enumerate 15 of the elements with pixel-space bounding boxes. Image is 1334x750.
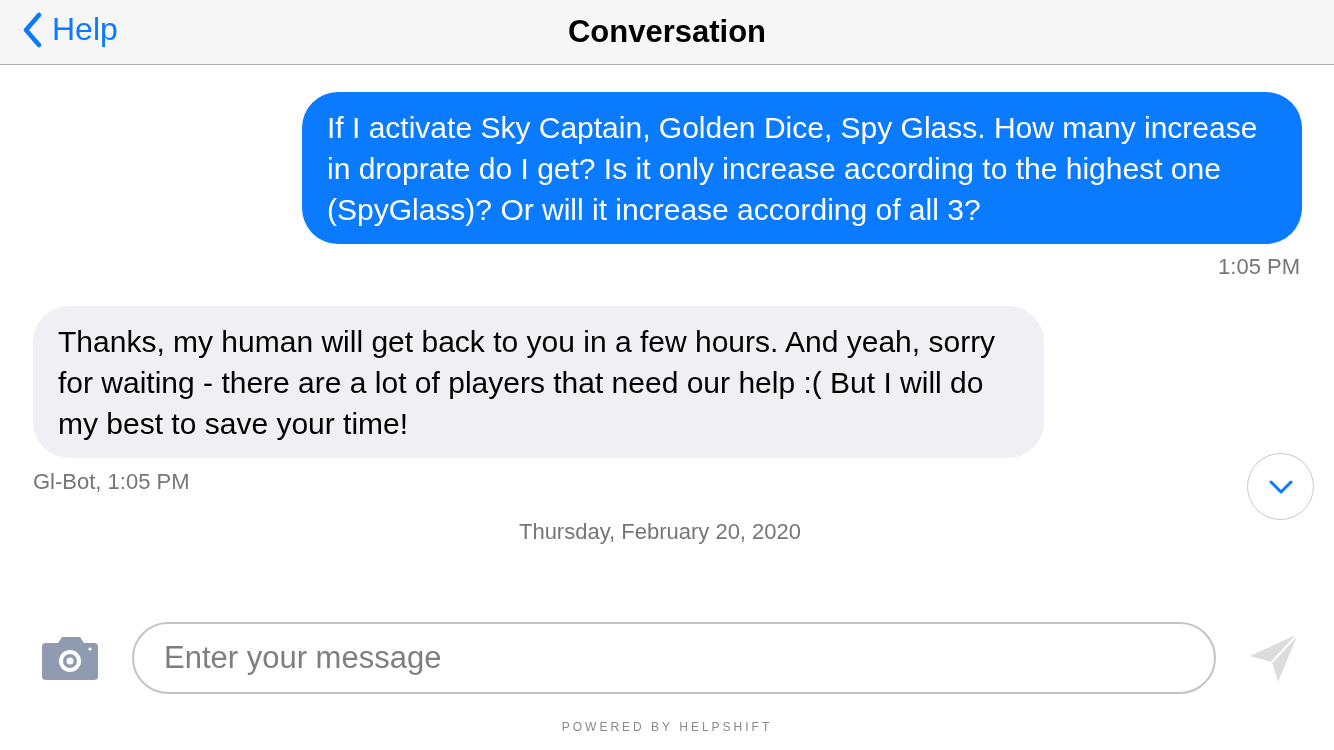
powered-by-label: POWERED BY HELPSHIFT [561,720,773,734]
send-button[interactable] [1248,632,1300,684]
message-timestamp: Gl-Bot, 1:05 PM [33,469,190,495]
chevron-left-icon [22,11,42,48]
camera-icon [40,635,100,681]
paper-plane-icon [1248,632,1300,684]
date-separator: Thursday, February 20, 2020 [518,519,802,545]
message-input-field[interactable]: Enter your message [132,622,1216,694]
message-bubble: Thanks, my human will get back to you in a few hours. And yeah, sorry for waiting - there are a lot of players that need our help :( But I will do my best to save your time! [33,306,1044,458]
message-bubble: If I activate Sky Captain, Golden Dice, Spy Glass. How many increase in droprate do I get? Is it only increase according to the highest one (SpyGlass)? Or will it increase according of all 3? [302,92,1302,244]
chevron-down-icon [1267,478,1294,495]
back-button[interactable]: Help [22,11,118,48]
camera-button[interactable] [40,635,100,681]
window-title: Conversation [567,14,767,50]
message-timestamp: 1:05 PM [1218,254,1300,280]
